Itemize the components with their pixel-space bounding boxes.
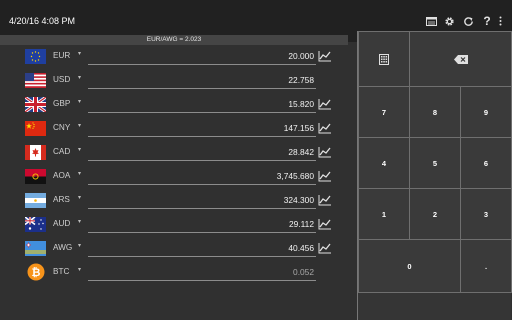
dropdown-arrow-icon[interactable]: ▾	[78, 266, 81, 273]
amount-value: 324.300	[283, 195, 314, 205]
chart-icon[interactable]	[318, 193, 332, 206]
currency-row[interactable]: ₿ BTC ▾ 0.052	[0, 261, 348, 285]
backspace-button[interactable]	[409, 31, 512, 87]
chart-icon[interactable]	[318, 97, 332, 110]
amount-field[interactable]: 40.456	[88, 237, 316, 257]
amount-value: 0.052	[293, 267, 314, 277]
key-0[interactable]: 0	[358, 239, 461, 293]
currency-code: BTC	[53, 267, 70, 276]
help-icon[interactable]: ?	[480, 14, 494, 28]
amount-field[interactable]: 324.300	[88, 189, 316, 209]
refresh-icon[interactable]	[461, 14, 475, 28]
datetime-title: 4/20/16 4:08 PM	[9, 16, 76, 26]
currency-row[interactable]: CNY ▾ 147.156	[0, 117, 348, 141]
amount-value: 147.156	[283, 123, 314, 133]
currency-code: CAD	[53, 147, 71, 156]
key-7[interactable]: 7	[358, 86, 410, 138]
dropdown-arrow-icon[interactable]: ▾	[78, 50, 81, 57]
currency-row[interactable]: AOA ▾ 3,745.680	[0, 165, 348, 189]
amount-value: 20.000	[288, 51, 314, 61]
amount-field[interactable]: 3,745.680	[88, 165, 316, 185]
bitcoin-icon: ₿	[27, 263, 45, 281]
key-3[interactable]: 3	[460, 188, 512, 240]
gear-icon[interactable]	[442, 14, 456, 28]
amount-field[interactable]: 29.112	[88, 213, 316, 233]
currency-code: AUD	[53, 219, 71, 228]
currency-row[interactable]: CAD ▾ 28.842	[0, 141, 348, 165]
key-5[interactable]: 5	[409, 137, 461, 189]
chart-icon[interactable]	[318, 169, 332, 182]
us-flag-icon	[25, 73, 46, 88]
dropdown-arrow-icon[interactable]: ▾	[78, 146, 81, 153]
dropdown-arrow-icon[interactable]: ▾	[78, 242, 81, 249]
amount-field[interactable]: 147.156	[88, 117, 316, 137]
dropdown-arrow-icon[interactable]: ▾	[78, 218, 81, 225]
amount-field[interactable]: 15.820	[88, 93, 316, 113]
dropdown-arrow-icon[interactable]: ▾	[78, 194, 81, 201]
currency-row[interactable]: USD ▾ 22.758	[0, 69, 348, 93]
amount-value: 22.758	[288, 75, 314, 85]
dropdown-arrow-icon[interactable]: ▾	[78, 98, 81, 105]
key-8[interactable]: 8	[409, 86, 461, 138]
calculator-button[interactable]	[358, 31, 410, 87]
amount-field[interactable]: 20.000	[88, 45, 316, 65]
currency-row[interactable]: GBP ▾ 15.820	[0, 93, 348, 117]
currency-row[interactable]: AUD ▾ 29.112	[0, 213, 348, 237]
key-2[interactable]: 2	[409, 188, 461, 240]
amount-value: 15.820	[288, 99, 314, 109]
aw-flag-icon	[25, 241, 46, 256]
au-flag-icon	[25, 217, 46, 232]
chart-icon[interactable]	[318, 217, 332, 230]
dropdown-arrow-icon[interactable]: ▾	[78, 122, 81, 129]
key-4[interactable]: 4	[358, 137, 410, 189]
calculator-icon	[379, 53, 389, 65]
currency-code: ARS	[53, 195, 70, 204]
currency-row[interactable]: EUR ▾ 20.000	[0, 45, 348, 69]
currency-code: USD	[53, 75, 71, 84]
backspace-icon	[453, 54, 468, 64]
currency-code: AOA	[53, 171, 71, 180]
keypad: 7 8 9 4 5 6 1 2 3 0 .	[357, 31, 512, 320]
gb-flag-icon	[25, 97, 46, 112]
currency-code: CNY	[53, 123, 71, 132]
overflow-menu-icon[interactable]	[496, 14, 504, 28]
svg-text:₿: ₿	[32, 266, 41, 279]
amount-value: 28.842	[288, 147, 314, 157]
dropdown-arrow-icon[interactable]: ▾	[78, 74, 81, 81]
amount-value: 3,745.680	[276, 171, 314, 181]
dropdown-arrow-icon[interactable]: ▾	[78, 170, 81, 177]
key-9[interactable]: 9	[460, 86, 512, 138]
key-1[interactable]: 1	[358, 188, 410, 240]
currency-code: EUR	[53, 51, 71, 60]
key-6[interactable]: 6	[460, 137, 512, 189]
chart-icon[interactable]	[318, 49, 332, 62]
key-decimal[interactable]: .	[460, 239, 512, 293]
amount-value: 29.112	[289, 219, 314, 229]
amount-field[interactable]: 22.758	[88, 69, 316, 89]
cn-flag-icon	[25, 121, 46, 136]
ao-flag-icon	[25, 169, 46, 184]
currency-row[interactable]: AWG ▾ 40.456	[0, 237, 348, 261]
ca-flag-icon	[25, 145, 46, 160]
amount-value: 40.456	[288, 243, 314, 253]
eu-flag-icon	[25, 49, 46, 64]
chart-icon[interactable]	[318, 241, 332, 254]
currency-list-icon[interactable]	[424, 14, 438, 28]
exchange-rate-strip: EUR/AWG = 2.023	[0, 35, 348, 45]
ar-flag-icon	[25, 193, 46, 208]
currency-row[interactable]: ARS ▾ 324.300	[0, 189, 348, 213]
chart-icon[interactable]	[318, 145, 332, 158]
currency-code: GBP	[53, 99, 71, 108]
currency-code: AWG	[53, 243, 73, 252]
amount-field[interactable]: 0.052	[88, 261, 316, 281]
amount-field[interactable]: 28.842	[88, 141, 316, 161]
chart-icon[interactable]	[318, 121, 332, 134]
